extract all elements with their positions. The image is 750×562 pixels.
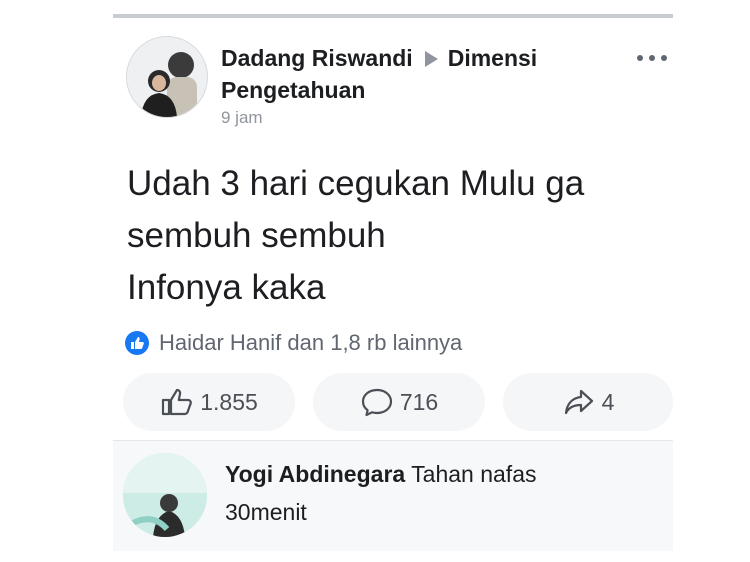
post-text-line: sembuh sembuh — [127, 216, 386, 255]
speech-bubble-icon — [361, 388, 392, 417]
comment-text: Tahan nafas — [411, 461, 537, 487]
action-bar: 1.855 716 4 — [123, 373, 673, 431]
reaction-summary[interactable]: Haidar Hanif dan 1,8 rb lainnya — [125, 330, 462, 356]
post-text-line: Udah 3 hari cegukan Mulu ga — [127, 164, 585, 203]
ellipsis-icon[interactable] — [637, 52, 667, 64]
reaction-summary-text: Haidar Hanif dan 1,8 rb lainnya — [159, 330, 463, 355]
comment-count: 716 — [399, 388, 439, 415]
post-card: Dadang Riswandi Dimensi Pengetahuan 9 jam… — [113, 18, 673, 438]
comment-text-continued: 30menit — [225, 499, 307, 525]
like-count: 1.855 — [200, 388, 258, 415]
share-count: 4 — [601, 388, 615, 415]
share-button[interactable]: 4 — [503, 373, 673, 431]
triangle-right-icon — [424, 51, 438, 67]
post-header: Dadang Riswandi Dimensi Pengetahuan 9 jam — [221, 42, 601, 128]
comment-item: Yogi Abdinegara Tahan nafas 30menit — [113, 441, 673, 551]
post-body: Udah 3 hari cegukan Mulu ga sembuh sembu… — [127, 158, 667, 314]
like-button[interactable]: 1.855 — [123, 373, 295, 431]
author-avatar[interactable] — [126, 36, 208, 118]
post-text-line: Infonya kaka — [127, 268, 326, 307]
like-badge-icon — [125, 331, 149, 355]
post-timestamp[interactable]: 9 jam — [221, 108, 601, 128]
comment-line-1: Yogi Abdinegara Tahan nafas — [225, 455, 645, 493]
comment-body: Yogi Abdinegara Tahan nafas 30menit — [225, 455, 645, 531]
author-line: Dadang Riswandi Dimensi Pengetahuan — [221, 42, 601, 106]
thumbs-up-icon — [162, 388, 193, 416]
commenter-name[interactable]: Yogi Abdinegara — [225, 461, 405, 487]
author-name[interactable]: Dadang Riswandi — [221, 45, 413, 71]
share-arrow-icon — [564, 389, 593, 415]
commenter-avatar[interactable] — [123, 453, 207, 537]
comment-button[interactable]: 716 — [313, 373, 485, 431]
